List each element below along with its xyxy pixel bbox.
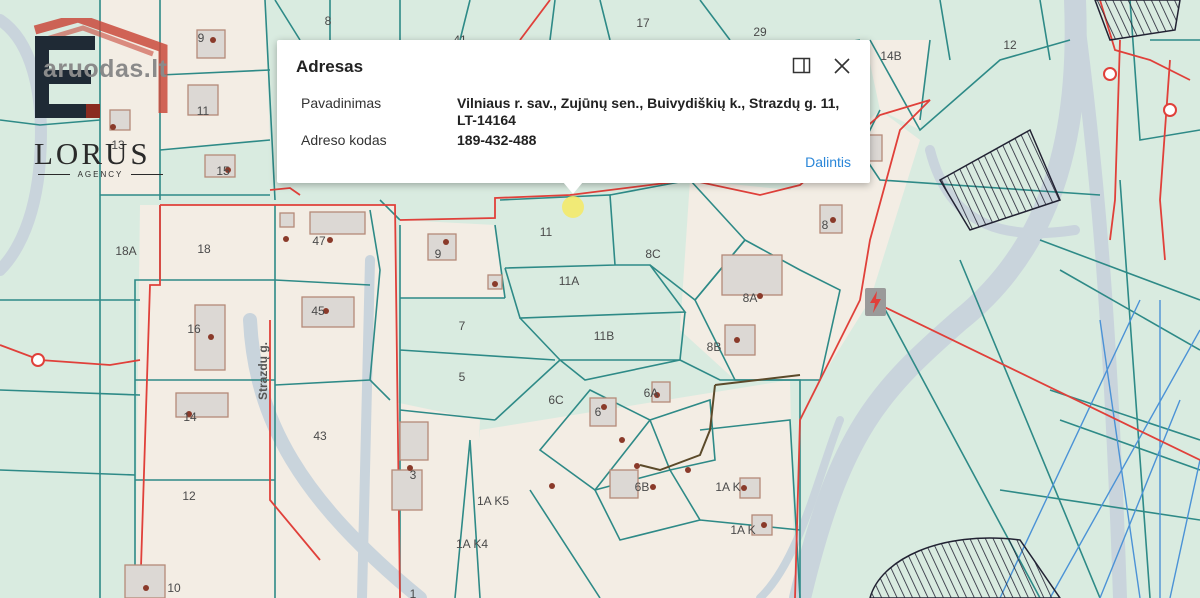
parcel-label: 6C (548, 393, 564, 407)
parcel-label: 12 (182, 489, 196, 503)
address-code-label: Adreso kodas (301, 132, 387, 148)
parcel-label: 11A (559, 274, 579, 288)
parcel-label: 6 (595, 405, 602, 419)
parcel-label: 1A K4 (456, 537, 488, 551)
parcel-label: 47 (312, 234, 326, 248)
name-label: Pavadinimas (301, 95, 382, 111)
agency-logo: aruodas.lt LORUS AGENCY (28, 18, 178, 188)
logo-tagline: AGENCY (28, 170, 173, 179)
parcel-label: 5 (459, 370, 466, 384)
parcel-label: 9 (198, 31, 205, 45)
parcel-label: 6B (635, 480, 650, 494)
dock-panel-icon[interactable] (792, 57, 812, 75)
parcel-label: 8 (325, 14, 332, 28)
street-label: Strazdų g. (256, 342, 270, 400)
parcel-label: 11B (594, 329, 614, 343)
parcel-label: 29 (753, 25, 767, 39)
watermark-site: aruodas.lt (43, 55, 168, 83)
popup-title: Adresas (296, 57, 364, 76)
address-code-value: 189-432-488 (457, 132, 537, 148)
parcel-label: 7 (459, 319, 466, 333)
parcel-label: 12 (1003, 38, 1017, 52)
parcel-label: 6A (644, 386, 659, 400)
name-value: Vilniaus r. sav., Zujūnų sen., Buivydišk… (457, 95, 840, 128)
electricity-marker-icon[interactable] (865, 288, 886, 316)
parcel-label: 9 (435, 247, 442, 261)
parcel-label: 8 (822, 218, 829, 232)
parcel-label: 8A (743, 291, 758, 305)
parcel-label: 10 (167, 581, 181, 595)
parcel-label: 3 (410, 468, 417, 482)
parcel-label: 15 (216, 164, 230, 178)
close-icon[interactable] (832, 56, 852, 76)
logo-brand: LORUS (34, 136, 151, 171)
parcel-label: 17 (636, 16, 650, 30)
parcel-label: 11 (197, 104, 210, 118)
parcel-label: 14 (183, 410, 197, 424)
parcel-label: 45 (311, 304, 325, 318)
address-popup: Adresas Pavadinimas Vilniaus r. sav., Zu… (277, 40, 870, 194)
parcel-label: 18 (197, 242, 211, 256)
parcel-label: 18A (115, 244, 136, 258)
parcel-label: 1 (410, 587, 417, 598)
parcel-label: 1A K (730, 523, 755, 537)
parcel-label: 11 (540, 225, 553, 239)
parcel-label: 43 (313, 429, 327, 443)
parcel-label: 8B (707, 340, 722, 354)
parcel-label: 1A K5 (477, 494, 509, 508)
popup-pointer (563, 182, 583, 194)
share-link[interactable]: Dalintis (805, 154, 851, 170)
parcel-label: 16 (187, 322, 201, 336)
parcel-label: 8C (645, 247, 661, 261)
parcel-label: 1A K (715, 480, 740, 494)
parcel-label: 14B (880, 49, 901, 63)
selected-location-marker (562, 196, 584, 218)
